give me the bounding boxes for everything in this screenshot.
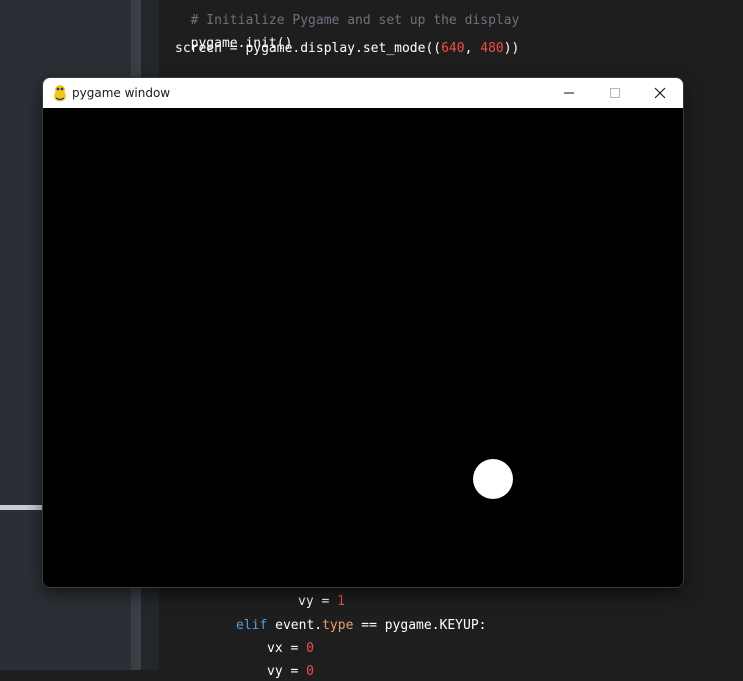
game-canvas[interactable] bbox=[43, 108, 683, 587]
white-ball bbox=[473, 459, 513, 499]
number-literal: 1 bbox=[337, 594, 345, 609]
window-title: pygame window bbox=[72, 86, 171, 100]
number-literal: 480 bbox=[480, 41, 504, 56]
minimize-icon bbox=[564, 92, 574, 94]
minimize-button[interactable] bbox=[546, 78, 592, 108]
code-line-elif-keyup: elif event.type == pygame.KEYUP: bbox=[236, 617, 486, 635]
number-literal: 640 bbox=[441, 41, 465, 56]
maximize-button[interactable] bbox=[592, 78, 638, 108]
pygame-snake-icon bbox=[54, 85, 66, 102]
keyword: elif bbox=[236, 618, 268, 633]
code-text: vy = bbox=[298, 594, 338, 609]
code-line-vx-0: vx = 0 bbox=[267, 640, 314, 658]
code-text: event. bbox=[267, 618, 323, 633]
code-text: == pygame.KEYUP: bbox=[353, 618, 487, 633]
window-titlebar[interactable]: pygame window bbox=[43, 78, 683, 108]
close-button[interactable] bbox=[637, 78, 683, 108]
code-line-set-mode: screen = pygame.display.set_mode((640, 4… bbox=[175, 40, 519, 58]
code-line-vy-0: vy = 0 bbox=[267, 663, 314, 681]
code-text: , bbox=[464, 41, 481, 56]
pygame-window[interactable]: pygame window bbox=[43, 78, 683, 587]
maximize-icon bbox=[610, 88, 620, 98]
attribute-name: type bbox=[322, 618, 354, 633]
close-icon bbox=[654, 87, 666, 99]
code-text: vy = bbox=[267, 664, 307, 679]
number-literal: 0 bbox=[306, 641, 314, 656]
code-line-vy-1: vy = 1 bbox=[298, 593, 345, 611]
number-literal: 0 bbox=[306, 664, 314, 679]
code-text: )) bbox=[503, 41, 520, 56]
left-panel-accent-bar bbox=[0, 505, 43, 510]
code-text: screen = pygame.display.set_mode(( bbox=[175, 41, 442, 56]
code-text: vx = bbox=[267, 641, 307, 656]
